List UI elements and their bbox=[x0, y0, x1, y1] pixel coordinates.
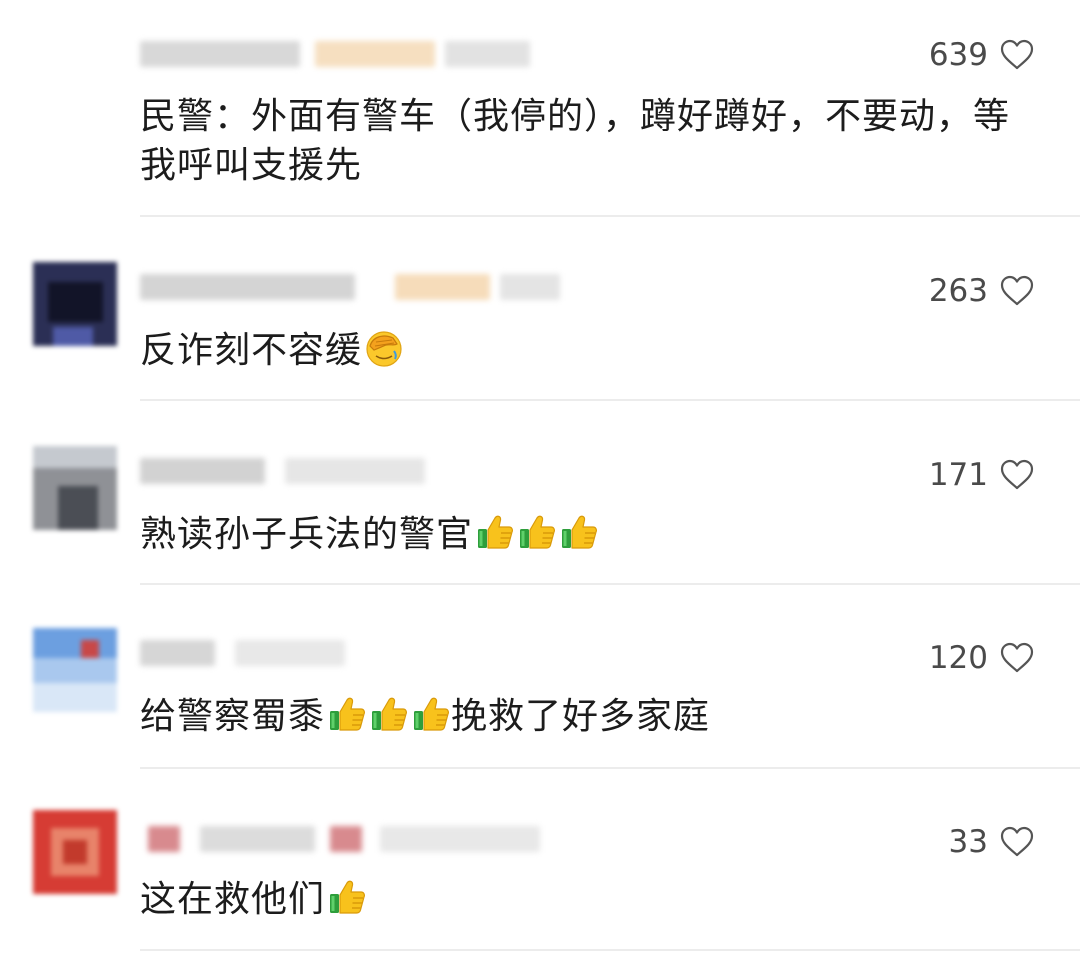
avatar[interactable] bbox=[33, 446, 117, 530]
avatar[interactable] bbox=[33, 262, 117, 346]
thumbs-up-emoji bbox=[517, 512, 557, 552]
heart-outline-icon[interactable] bbox=[1000, 826, 1034, 858]
avatar[interactable] bbox=[33, 628, 117, 712]
username-blurred[interactable] bbox=[140, 818, 560, 858]
comment-text-content: 给警察蜀黍 bbox=[140, 696, 326, 737]
comment-text-content: 这在救他们 bbox=[140, 879, 326, 920]
username-blurred[interactable] bbox=[140, 266, 560, 306]
heart-outline-icon[interactable] bbox=[1000, 275, 1034, 307]
thumbs-up-emoji bbox=[475, 512, 515, 552]
avatar[interactable] bbox=[33, 810, 117, 894]
username-blurred[interactable] bbox=[140, 33, 560, 73]
like-count: 171 bbox=[928, 457, 988, 493]
thumbs-up-emoji bbox=[559, 512, 599, 552]
comment-text: 熟读孙子兵法的警官 bbox=[140, 510, 1050, 559]
thumbs-up-emoji bbox=[369, 694, 409, 734]
like-count: 33 bbox=[948, 824, 988, 860]
divider bbox=[140, 949, 1080, 951]
heart-outline-icon[interactable] bbox=[1000, 39, 1034, 71]
like-group[interactable]: 639 bbox=[929, 37, 1034, 73]
like-group[interactable]: 263 bbox=[929, 273, 1034, 309]
divider bbox=[140, 215, 1080, 217]
comment-text: 这在救他们 bbox=[140, 875, 1050, 924]
like-count: 120 bbox=[928, 640, 988, 676]
username-blurred[interactable] bbox=[140, 632, 560, 672]
thumbs-up-emoji bbox=[411, 694, 451, 734]
heart-outline-icon[interactable] bbox=[1000, 642, 1034, 674]
heart-outline-icon[interactable] bbox=[1000, 459, 1034, 491]
like-group[interactable]: 171 bbox=[929, 457, 1034, 493]
comment-text-content: 熟读孙子兵法的警官 bbox=[140, 514, 474, 555]
thumbs-up-emoji bbox=[327, 877, 367, 917]
divider bbox=[140, 767, 1080, 769]
comment-text-content: 反诈刻不容缓 bbox=[140, 330, 363, 371]
comment-text: 给警察蜀黍 挽救了好多家庭 bbox=[140, 692, 1050, 741]
comment-text: 民警：外面有警车（我停的），蹲好蹲好，不要动，等我呼叫支援先 bbox=[140, 96, 1011, 186]
like-count: 263 bbox=[928, 273, 988, 309]
thumbs-up-emoji bbox=[327, 694, 367, 734]
divider bbox=[140, 583, 1080, 585]
divider bbox=[140, 399, 1080, 401]
facepalm-emoji bbox=[364, 328, 404, 368]
username-blurred[interactable] bbox=[140, 450, 560, 490]
like-group[interactable]: 33 bbox=[949, 824, 1034, 860]
like-count: 639 bbox=[928, 37, 988, 73]
comment-text: 反诈刻不容缓 bbox=[140, 326, 1050, 375]
like-group[interactable]: 120 bbox=[929, 640, 1034, 676]
comment-text-content: 挽救了好多家庭 bbox=[451, 696, 711, 737]
